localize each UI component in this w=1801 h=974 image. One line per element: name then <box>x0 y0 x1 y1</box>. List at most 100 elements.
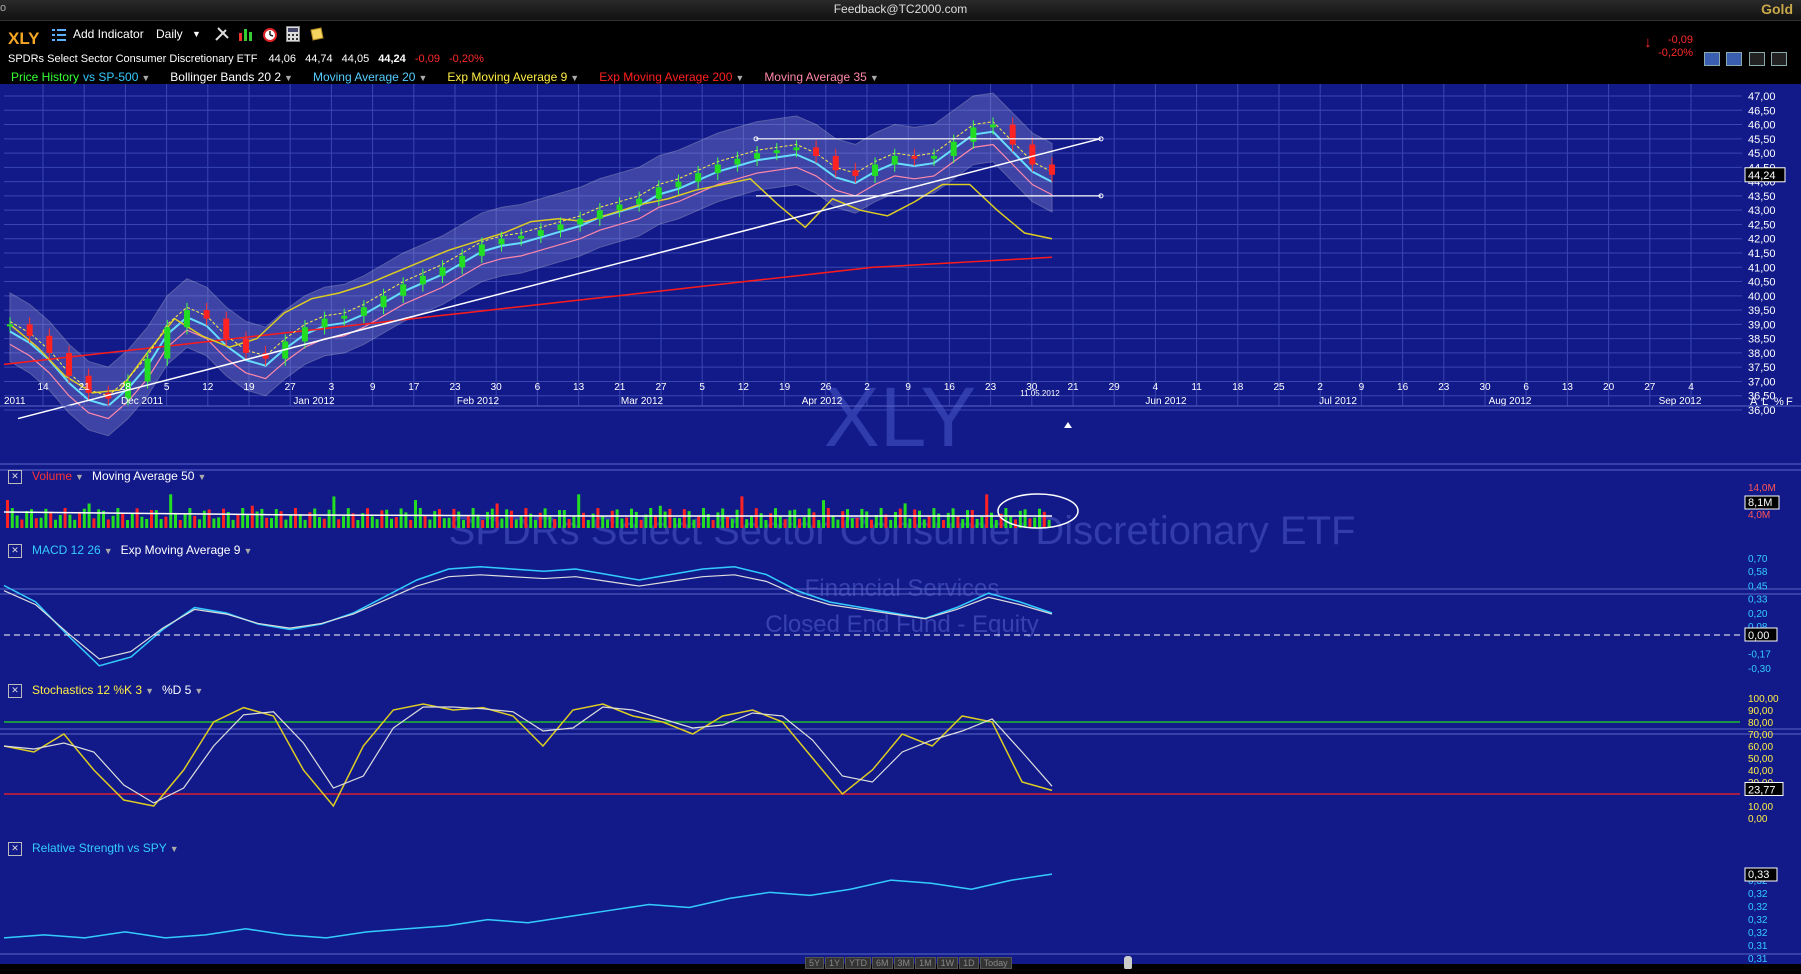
legend-item[interactable]: Moving Average 35 ▼ <box>764 70 888 84</box>
chevron-down-icon[interactable]: ▼ <box>735 73 744 83</box>
chevron-down-icon[interactable]: ▼ <box>141 73 150 83</box>
stoch-tick-label: 70,00 <box>1748 730 1773 741</box>
close-volume-icon[interactable]: ✕ <box>8 469 22 484</box>
volume-bar <box>457 511 461 528</box>
volume-bar <box>855 517 859 528</box>
volume-bar <box>193 515 197 528</box>
add-indicator-button[interactable]: Add Indicator <box>73 27 144 41</box>
candle-body <box>931 155 938 159</box>
date-tick-label: 27 <box>655 382 667 393</box>
calculator-icon[interactable] <box>286 26 300 45</box>
volume-bar <box>730 518 734 528</box>
rs-panel-header: ✕ Relative Strength vs SPY ▼ <box>8 841 179 856</box>
close-macd-icon[interactable]: ✕ <box>8 543 22 558</box>
candle-body <box>1009 124 1016 145</box>
macd-title[interactable]: MACD 12 26 <box>32 543 101 557</box>
volume-bar <box>913 509 917 528</box>
legend-item[interactable]: vs SP-500 ▼ <box>83 70 160 84</box>
note-icon[interactable] <box>310 27 324 44</box>
list-icon[interactable] <box>52 28 66 45</box>
month-label: Sep 2012 <box>1659 396 1702 407</box>
volume-bar <box>159 519 163 528</box>
range-button[interactable]: 1W <box>936 957 959 969</box>
legend-item[interactable]: Exp Moving Average 9 ▼ <box>447 70 589 84</box>
bar-chart-icon[interactable] <box>238 26 254 45</box>
price-tick-label: 39,00 <box>1748 319 1776 331</box>
range-button[interactable]: 1D <box>959 957 979 969</box>
s-plus-button[interactable] <box>1703 52 1720 66</box>
stoch-tick-label: 100,00 <box>1748 694 1779 705</box>
volume-bar <box>922 519 926 528</box>
volume-bar <box>10 508 14 528</box>
range-button[interactable]: Today <box>979 957 1012 969</box>
volume-bar <box>601 515 605 528</box>
legend-item[interactable]: Exp Moving Average 200 ▼ <box>599 70 754 84</box>
chevron-down-icon[interactable]: ▼ <box>75 472 84 482</box>
symbol-field[interactable]: XLY <box>8 29 40 49</box>
chevron-down-icon[interactable]: ▼ <box>170 844 179 854</box>
candle-body <box>360 307 367 316</box>
volume-title[interactable]: Volume <box>32 469 72 483</box>
alarm-clock-icon[interactable] <box>262 26 278 45</box>
candle-body <box>419 275 426 285</box>
candle-body <box>557 224 564 231</box>
candle-body <box>341 315 348 319</box>
macd-overlay[interactable]: Exp Moving Average 9 <box>121 543 241 557</box>
stoch-k-line <box>3 703 1053 808</box>
volume-bar <box>250 505 254 528</box>
chevron-down-icon[interactable]: ▼ <box>243 546 252 556</box>
chart-svg[interactable]: 47,0046,5046,0045,5045,0044,5044,0043,50… <box>0 84 1801 970</box>
chevron-down-icon[interactable]: ▼ <box>284 73 293 83</box>
toggle-grid-button[interactable] <box>1726 52 1743 66</box>
window-title[interactable]: Feedback@TC2000.com <box>0 2 1801 16</box>
date-tick-label: 26 <box>820 382 832 393</box>
chevron-down-icon[interactable]: ▼ <box>145 686 154 696</box>
volume-bar <box>442 518 446 528</box>
range-button[interactable]: YTD <box>845 957 872 969</box>
volume-bar <box>183 513 187 528</box>
rs-title[interactable]: Relative Strength vs SPY <box>32 841 167 855</box>
legend-item[interactable]: Price History <box>11 70 79 84</box>
volume-bar <box>270 518 273 528</box>
volume-bar <box>54 519 57 528</box>
macd-tick-label: 0,33 <box>1748 595 1768 606</box>
chevron-down-icon[interactable]: ▼ <box>870 73 879 83</box>
volume-bar <box>1023 509 1027 528</box>
date-tick-label: 21 <box>614 382 626 393</box>
timeframe-select[interactable]: Daily <box>156 27 183 41</box>
chevron-down-icon[interactable]: ▼ <box>197 472 206 482</box>
restore-button[interactable] <box>1748 52 1765 66</box>
legend-item[interactable]: Bollinger Bands 20 2 ▼ <box>170 70 303 84</box>
chevron-down-icon[interactable]: ▼ <box>192 29 201 39</box>
month-label: 2011 <box>4 396 26 407</box>
month-label: Jan 2012 <box>293 396 335 407</box>
volume-bar <box>236 514 240 528</box>
range-button[interactable]: 5Y <box>805 957 825 969</box>
volume-bar <box>380 510 384 528</box>
stoch-title[interactable]: Stochastics 12 %K 3 <box>32 683 142 697</box>
volume-bar <box>639 519 643 528</box>
chevron-down-icon[interactable]: ▼ <box>104 546 113 556</box>
date-tick-label: 19 <box>243 382 255 393</box>
chevron-down-icon[interactable]: ▼ <box>194 686 203 696</box>
rs-line <box>3 873 1053 939</box>
volume-overlay[interactable]: Moving Average 50 <box>92 469 195 483</box>
range-button[interactable]: 1M <box>915 957 936 969</box>
tools-icon[interactable] <box>214 26 230 45</box>
rs-tick-label: 0,32 <box>1748 928 1768 939</box>
close-rs-icon[interactable]: ✕ <box>8 841 22 856</box>
stoch-overlay[interactable]: %D 5 <box>162 683 191 697</box>
legend-item[interactable]: Moving Average 20 ▼ <box>313 70 437 84</box>
candle-body <box>7 324 13 327</box>
range-button[interactable]: 1Y <box>825 957 845 969</box>
date-tick-label: 23 <box>449 382 461 393</box>
range-button[interactable]: 6M <box>872 957 893 969</box>
close-stoch-icon[interactable]: ✕ <box>8 683 22 698</box>
rs-tick-label: 0,31 <box>1748 941 1768 952</box>
close-icon[interactable] <box>1771 52 1787 66</box>
macd-tick-label: 0,20 <box>1748 609 1768 620</box>
chevron-down-icon[interactable]: ▼ <box>418 73 427 83</box>
chart-area[interactable]: 47,0046,5046,0045,5045,0044,5044,0043,50… <box>0 84 1801 970</box>
chevron-down-icon[interactable]: ▼ <box>570 73 579 83</box>
range-button[interactable]: 3M <box>893 957 915 969</box>
